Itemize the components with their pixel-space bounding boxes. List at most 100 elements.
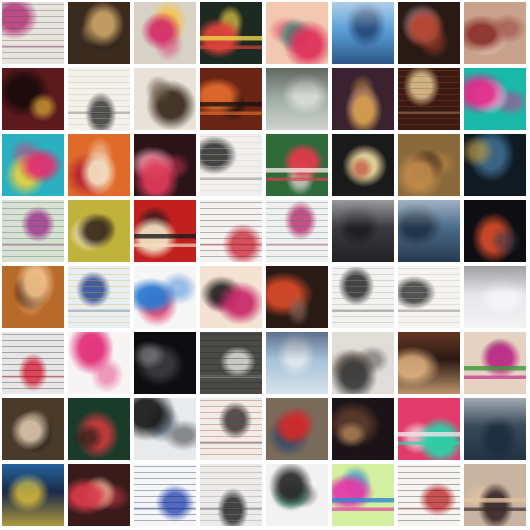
grid-tile [332,134,394,196]
grid-tile [68,134,130,196]
tile-texture [464,398,526,460]
tile-texture [332,200,394,262]
tile-texture [2,464,64,526]
grid-tile [332,464,394,526]
tile-texture [398,200,460,262]
grid-tile [68,266,130,328]
grid-tile [2,134,64,196]
tile-texture [134,68,196,130]
grid-tile [200,332,262,394]
tile-texture [200,2,262,64]
tile-texture [68,134,130,196]
grid-tile [398,398,460,460]
tile-texture [2,68,64,130]
grid-tile [200,398,262,460]
grid-tile [68,464,130,526]
tile-texture [134,398,196,460]
tile-texture [266,134,328,196]
grid-tile [68,332,130,394]
grid-tile [266,134,328,196]
tile-texture [134,2,196,64]
grid-tile [398,200,460,262]
tile-texture [2,266,64,328]
tile-texture [464,332,526,394]
grid-tile [332,68,394,130]
grid-tile [200,266,262,328]
tile-texture [398,398,460,460]
grid-tile [200,2,262,64]
grid-tile [200,134,262,196]
tile-texture [398,464,460,526]
tile-texture [464,2,526,64]
tile-texture [332,398,394,460]
grid-tile [398,68,460,130]
tile-texture [68,332,130,394]
grid-tile [134,332,196,394]
tile-texture [266,464,328,526]
tile-texture [266,68,328,130]
tile-texture [332,68,394,130]
tile-texture [68,398,130,460]
grid-tile [2,398,64,460]
tile-texture [398,332,460,394]
grid-tile [266,266,328,328]
grid-tile [134,464,196,526]
grid-tile [464,2,526,64]
tile-texture [68,200,130,262]
tile-texture [134,464,196,526]
tile-texture [464,266,526,328]
grid-tile [332,2,394,64]
tile-texture [68,464,130,526]
grid-tile [332,200,394,262]
tile-texture [332,2,394,64]
grid-tile [398,266,460,328]
grid-tile [2,2,64,64]
grid-tile [464,332,526,394]
tile-texture [266,332,328,394]
grid-tile [68,68,130,130]
grid-tile [68,200,130,262]
grid-tile [134,200,196,262]
tile-texture [68,266,130,328]
grid-tile [398,464,460,526]
grid-tile [134,266,196,328]
grid-tile [266,398,328,460]
grid-tile [68,398,130,460]
grid-tile [134,134,196,196]
tile-texture [464,464,526,526]
tile-texture [2,134,64,196]
tile-texture [200,68,262,130]
tile-texture [200,266,262,328]
grid-tile [332,332,394,394]
grid-tile [332,266,394,328]
tile-texture [134,332,196,394]
tile-texture [398,68,460,130]
grid-tile [464,134,526,196]
grid-tile [200,200,262,262]
tile-texture [134,266,196,328]
grid-tile [398,2,460,64]
grid-tile [68,2,130,64]
grid-tile [2,332,64,394]
grid-tile [266,464,328,526]
tile-texture [2,332,64,394]
tile-texture [2,200,64,262]
grid-tile [398,332,460,394]
tile-texture [464,134,526,196]
tile-texture [266,2,328,64]
tile-texture [332,134,394,196]
tile-texture [266,398,328,460]
grid-tile [2,200,64,262]
tile-texture [200,464,262,526]
grid-tile [464,464,526,526]
grid-tile [266,68,328,130]
tile-texture [464,68,526,130]
tile-texture [134,200,196,262]
tile-texture [2,398,64,460]
grid-tile [2,68,64,130]
tile-texture [200,398,262,460]
image-grid [0,0,530,530]
tile-texture [464,200,526,262]
grid-tile [134,2,196,64]
grid-tile [200,68,262,130]
